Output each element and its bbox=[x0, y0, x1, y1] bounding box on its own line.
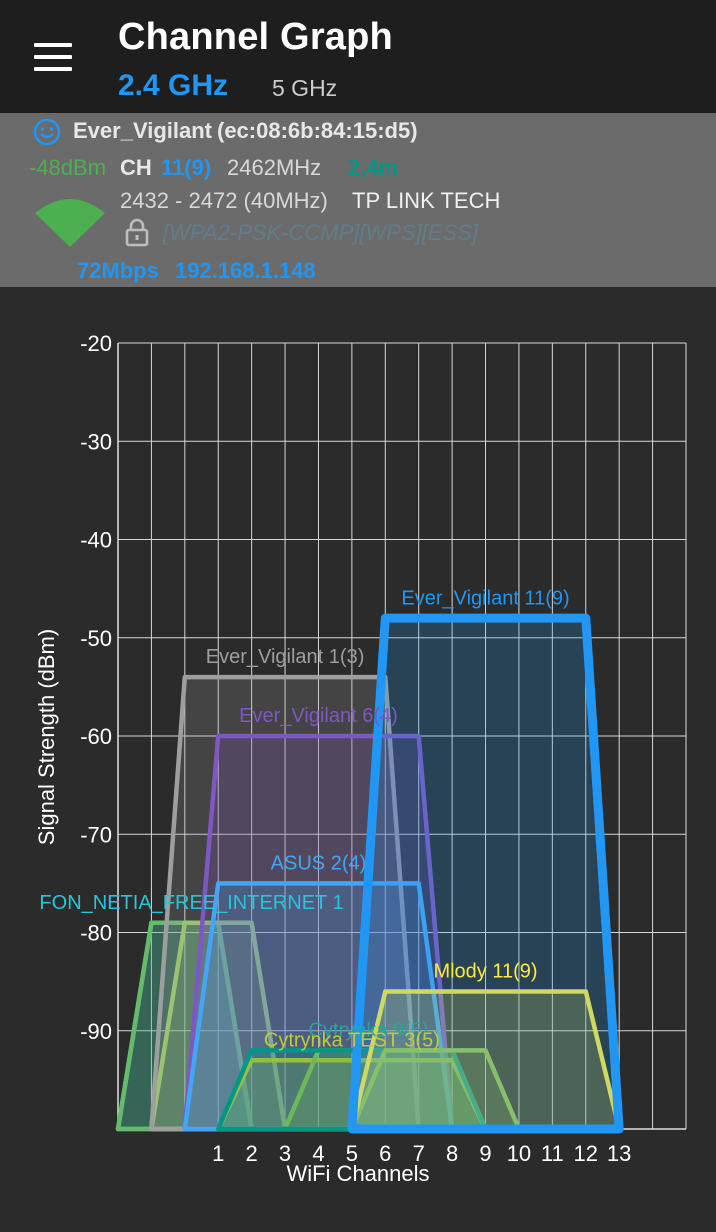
series-label: Mlody 11(9) bbox=[433, 961, 537, 983]
y-tick-label: -30 bbox=[80, 429, 112, 454]
wifi-signal-icon bbox=[35, 199, 105, 247]
y-tick-label: -40 bbox=[80, 528, 112, 553]
x-axis-title: WiFi Channels bbox=[286, 1161, 429, 1186]
y-tick-label: -80 bbox=[80, 921, 112, 946]
y-tick-label: -50 bbox=[80, 626, 112, 651]
ip-address: 192.168.1.148 bbox=[175, 258, 316, 283]
lock-icon bbox=[125, 218, 149, 247]
series-label: ASUS 2(4) bbox=[271, 853, 367, 875]
series-ever-vigilant-11-9 bbox=[347, 613, 624, 1134]
app-bar: Channel Graph 2.4 GHz 5 GHz bbox=[0, 0, 716, 113]
connection-info-panel[interactable]: Ever_Vigilant (ec:08:6b:84:15:d5) -48dBm… bbox=[0, 113, 716, 287]
channel-label: CH bbox=[120, 155, 152, 180]
x-tick-label: 1 bbox=[212, 1141, 224, 1166]
x-tick-label: 8 bbox=[446, 1141, 458, 1166]
y-tick-label: -60 bbox=[80, 724, 112, 749]
series-label: Ever_Vigilant 6(4) bbox=[239, 705, 398, 727]
menu-icon[interactable] bbox=[34, 43, 72, 71]
frequency: 2462MHz bbox=[227, 155, 322, 180]
x-tick-label: 13 bbox=[607, 1141, 631, 1166]
x-tick-label: 11 bbox=[541, 1141, 564, 1166]
x-tick-label: 12 bbox=[574, 1141, 598, 1166]
y-axis-title: Signal Strength (dBm) bbox=[34, 629, 59, 845]
channel-value: 11(9) bbox=[161, 155, 212, 180]
series-label: FON_NETIA_FREE_INTERNET 1 bbox=[39, 892, 343, 914]
x-tick-label: 9 bbox=[479, 1141, 491, 1166]
signal-strength: -48dBm bbox=[29, 155, 107, 180]
series-label: Ever_Vigilant 1(3) bbox=[206, 646, 365, 668]
channel-graph: -20-30-40-50-60-70-80-901 2 3 4 5 6 7 8 9 10 11 12 1… bbox=[34, 331, 687, 1186]
tab-5-ghz[interactable]: 5 GHz bbox=[272, 75, 337, 102]
y-tick-label: -70 bbox=[80, 822, 112, 847]
x-tick-label: 10 bbox=[507, 1141, 531, 1166]
distance: 2,4m bbox=[348, 155, 399, 180]
smiley-face-icon bbox=[33, 118, 61, 146]
link-speed: 72Mbps bbox=[77, 258, 159, 283]
frequency-range: 2432 - 2472 (40MHz) bbox=[120, 188, 328, 213]
y-tick-label: -20 bbox=[80, 331, 112, 356]
bssid: (ec:08:6b:84:15:d5) bbox=[217, 118, 418, 143]
ssid: Ever_Vigilant bbox=[73, 118, 212, 143]
security-capabilities: [WPA2-PSK-CCMP][WPS][ESS] bbox=[163, 220, 478, 245]
tab-2-4-ghz[interactable]: 2.4 GHz bbox=[118, 69, 228, 103]
vendor: TP LINK TECH bbox=[352, 188, 501, 213]
series-label: Cytrynka TEST 3(5) bbox=[264, 1029, 440, 1051]
y-tick-label: -90 bbox=[80, 1019, 112, 1044]
series-label: Ever_Vigilant 11(9) bbox=[401, 587, 569, 609]
page-title: Channel Graph bbox=[118, 16, 393, 58]
x-tick-label: 2 bbox=[246, 1141, 258, 1166]
